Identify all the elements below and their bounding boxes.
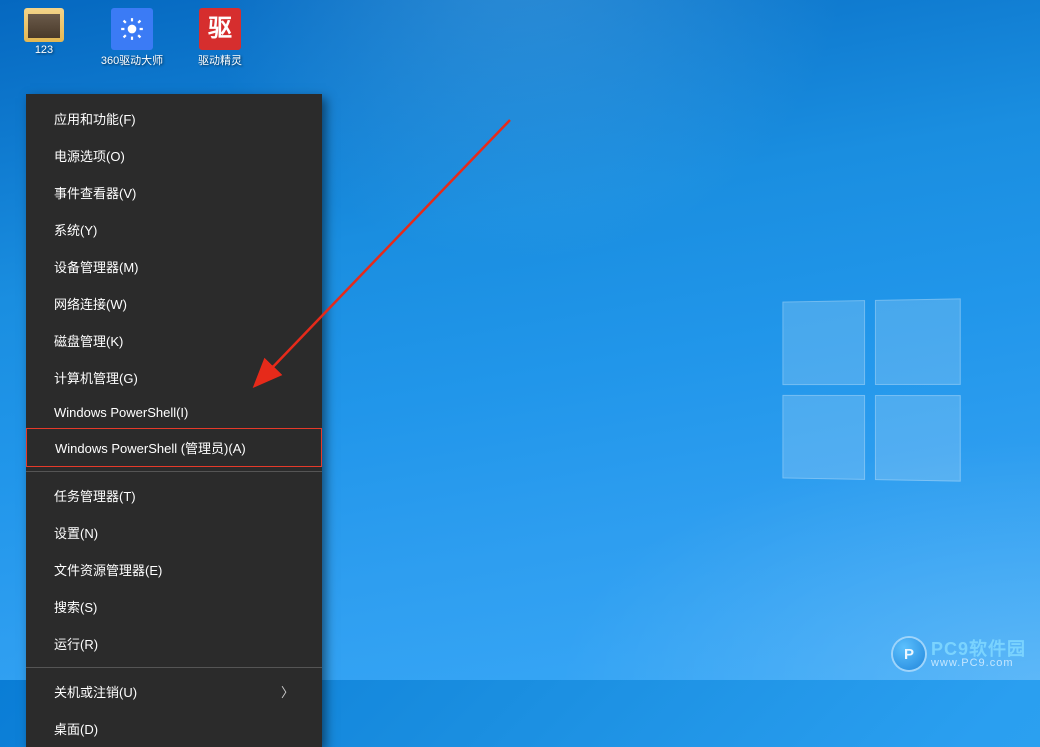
menu-network-connections[interactable]: 网络连接(W) <box>26 285 322 322</box>
menu-system[interactable]: 系统(Y) <box>26 211 322 248</box>
winx-context-menu: 应用和功能(F) 电源选项(O) 事件查看器(V) 系统(Y) 设备管理器(M)… <box>26 94 322 747</box>
menu-separator <box>26 667 322 668</box>
desktop-icon-driver-genius[interactable]: 驱 驱动精灵 <box>191 8 249 68</box>
gear-icon <box>111 8 153 50</box>
icon-label: 123 <box>35 44 53 56</box>
menu-run[interactable]: 运行(R) <box>26 625 322 662</box>
menu-file-explorer[interactable]: 文件资源管理器(E) <box>26 551 322 588</box>
menu-powershell[interactable]: Windows PowerShell(I) <box>26 396 322 429</box>
menu-shutdown-signout[interactable]: 关机或注销(U)〉 <box>26 673 322 710</box>
folder-icon <box>24 8 64 42</box>
menu-disk-management[interactable]: 磁盘管理(K) <box>26 322 322 359</box>
chevron-right-icon: 〉 <box>281 682 294 701</box>
watermark-url: www.PC9.com <box>931 658 1026 669</box>
menu-computer-management[interactable]: 计算机管理(G) <box>26 359 322 396</box>
driver-app-icon: 驱 <box>199 8 241 50</box>
watermark: P PC9软件园 www.PC9.com <box>893 638 1026 670</box>
desktop-icons-row: 123 360驱动大师 驱 驱动精灵 <box>15 8 249 68</box>
desktop-icon-folder[interactable]: 123 <box>15 8 73 68</box>
menu-search[interactable]: 搜索(S) <box>26 588 322 625</box>
watermark-logo: P <box>893 638 925 670</box>
menu-task-manager[interactable]: 任务管理器(T) <box>26 477 322 514</box>
icon-label: 驱动精灵 <box>198 52 242 68</box>
menu-desktop[interactable]: 桌面(D) <box>26 710 322 747</box>
menu-event-viewer[interactable]: 事件查看器(V) <box>26 174 322 211</box>
watermark-title: PC9软件园 <box>931 640 1026 658</box>
menu-separator <box>26 471 322 472</box>
menu-powershell-admin[interactable]: Windows PowerShell (管理员)(A) <box>26 428 322 467</box>
menu-power-options[interactable]: 电源选项(O) <box>26 137 322 174</box>
desktop-icon-360driver[interactable]: 360驱动大师 <box>103 8 161 68</box>
windows-logo <box>782 298 960 481</box>
menu-settings[interactable]: 设置(N) <box>26 514 322 551</box>
menu-apps-features[interactable]: 应用和功能(F) <box>26 100 322 137</box>
icon-label: 360驱动大师 <box>101 52 163 68</box>
menu-device-manager[interactable]: 设备管理器(M) <box>26 248 322 285</box>
